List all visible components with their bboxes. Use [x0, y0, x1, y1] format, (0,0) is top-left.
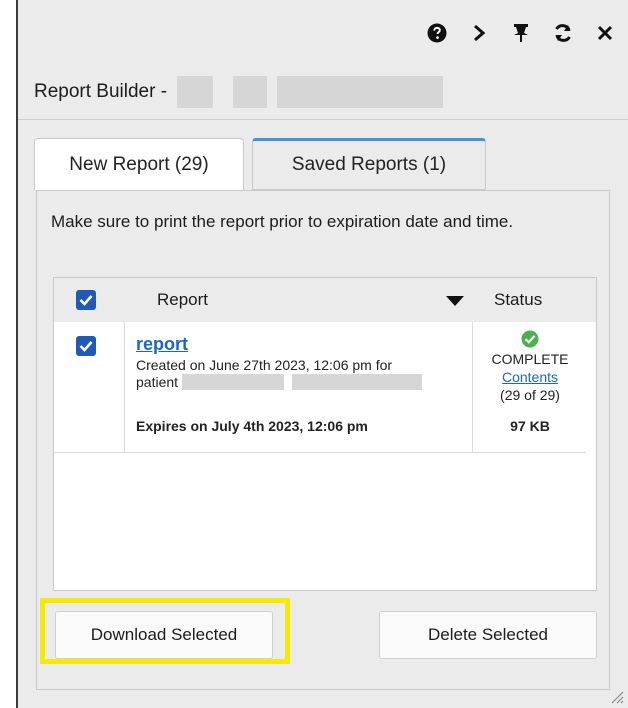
close-icon[interactable]	[594, 22, 616, 44]
tab-new-report[interactable]: New Report (29)	[34, 138, 244, 190]
column-header-report[interactable]: Report	[157, 290, 208, 310]
header-divider	[18, 119, 628, 120]
select-all-checkbox[interactable]	[76, 290, 96, 310]
redacted-patient-name	[177, 76, 214, 108]
status-text: COMPLETE	[491, 351, 569, 367]
complete-check-icon	[521, 330, 539, 348]
delete-selected-button[interactable]: Delete Selected	[379, 611, 597, 659]
reports-table: Report Status report Created on June 27t…	[53, 277, 597, 591]
report-size: 97 KB	[510, 418, 550, 434]
tab-saved-reports[interactable]: Saved Reports (1)	[252, 138, 486, 190]
sort-desc-icon[interactable]	[446, 296, 464, 306]
table-row: report Created on June 27th 2023, 12:06 …	[54, 322, 586, 453]
report-expires-text: Expires on July 4th 2023, 12:06 pm	[136, 418, 368, 434]
column-header-status[interactable]: Status	[494, 290, 542, 310]
pin-icon[interactable]	[510, 22, 532, 44]
redacted-patient-name	[182, 374, 285, 390]
contents-count: (29 of 29)	[500, 387, 560, 403]
checkmark-icon	[79, 341, 93, 352]
contents-link[interactable]: Contents	[474, 368, 586, 386]
redacted-patient-name	[292, 374, 423, 390]
row-checkbox[interactable]	[76, 336, 96, 356]
help-icon[interactable]	[426, 22, 448, 44]
panel-title: Report Builder -	[34, 81, 168, 102]
table-header: Report Status	[54, 278, 596, 322]
refresh-icon[interactable]	[552, 22, 574, 44]
header-toolbar	[426, 22, 616, 44]
report-link[interactable]: report	[136, 334, 188, 355]
report-patient: patient	[136, 374, 423, 390]
redacted-patient-name	[233, 76, 268, 108]
report-created-text: Created on June 27th 2023, 12:06 pm for	[136, 357, 393, 373]
expiration-notice: Make sure to print the report prior to e…	[51, 212, 514, 231]
redacted-patient-name	[277, 76, 444, 108]
download-button-highlight	[40, 598, 290, 664]
column-divider	[124, 322, 125, 452]
collapse-icon[interactable]	[468, 22, 490, 44]
patient-label: patient	[136, 374, 179, 390]
status-cell: COMPLETE Contents (29 of 29) 97 KB	[474, 330, 586, 434]
resize-handle-icon[interactable]	[608, 688, 624, 704]
checkmark-icon	[79, 295, 93, 306]
title-row: Report Builder -	[34, 76, 444, 108]
column-divider	[472, 322, 473, 452]
